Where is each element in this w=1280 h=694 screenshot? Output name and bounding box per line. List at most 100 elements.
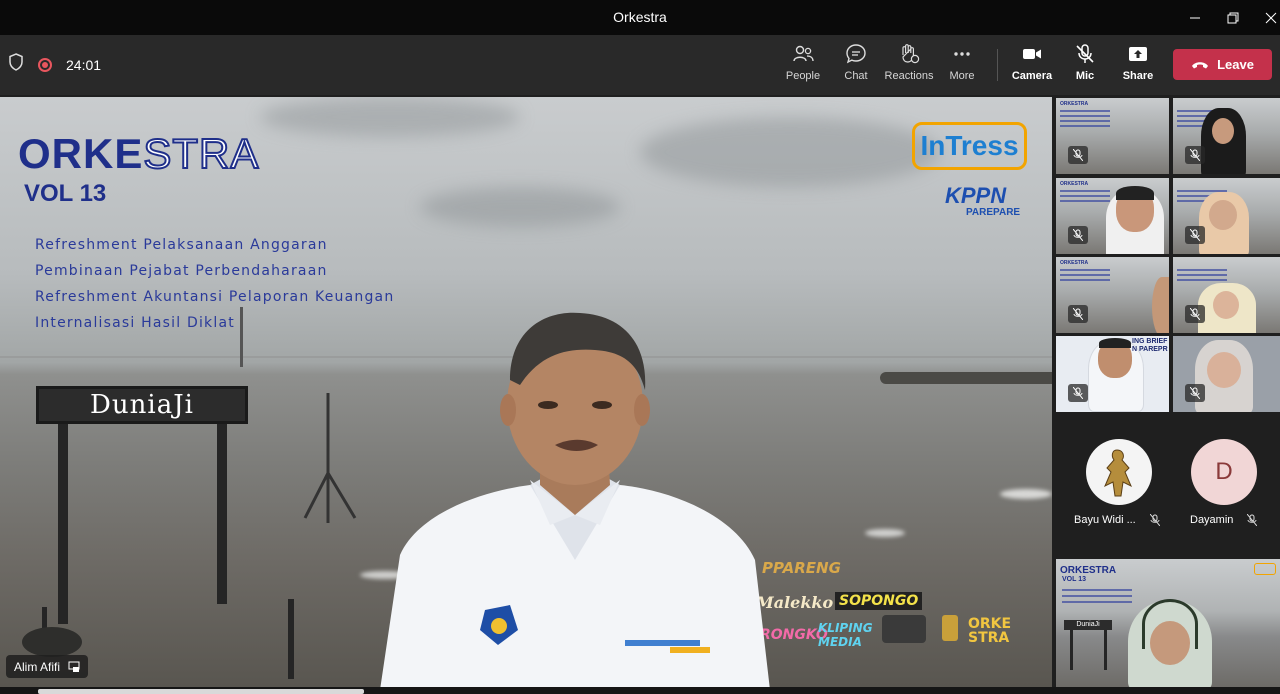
mic-button[interactable]: Mic: [1058, 43, 1112, 89]
sign-post: [217, 424, 227, 604]
minimize-icon[interactable]: [1176, 0, 1214, 35]
restore-icon[interactable]: [1214, 0, 1252, 35]
sticker-icon: [882, 615, 926, 643]
mic-off-icon: [1247, 514, 1258, 526]
participant-tile[interactable]: [1173, 178, 1280, 254]
kppn-logo: KPPN: [945, 183, 1007, 208]
main-video-stage: ORKESTRA VOL 13 Refreshment Pelaksanaan …: [0, 97, 1052, 687]
participant-name: Dayamin: [1190, 514, 1234, 526]
sticker-text: ORKE STRA: [968, 616, 1012, 646]
reactions-label: Reactions: [884, 70, 934, 82]
volume-label: VOL 13: [24, 180, 107, 207]
title-light: STRA: [142, 129, 260, 178]
mic-off-icon: [1185, 146, 1205, 164]
topic-item: Internalisasi Hasil Diklat: [35, 315, 235, 331]
breakwater: [880, 372, 1052, 384]
people-button[interactable]: People: [776, 43, 830, 89]
mini-slide-lines: [1060, 190, 1110, 205]
share-icon: [1129, 47, 1147, 61]
mini-slide-title: ORKESTRA: [1060, 565, 1117, 576]
shield-icon[interactable]: [8, 53, 24, 76]
mic-off-icon: [1185, 305, 1205, 323]
window-title: Orkestra: [613, 9, 667, 25]
participant-avatar-card[interactable]: Bayu Widi ...: [1054, 427, 1167, 545]
title-bar: Orkestra: [0, 0, 1280, 35]
wave-foam: [865, 529, 905, 537]
scrollbar-thumb[interactable]: [38, 689, 364, 694]
orkestra-title: ORKESTRA: [18, 129, 260, 178]
chat-button[interactable]: Chat: [829, 43, 883, 89]
mic-label: Mic: [1075, 70, 1095, 82]
screen-share-icon: [68, 661, 80, 672]
wave-foam: [1000, 489, 1052, 499]
more-icon: [954, 52, 970, 56]
intress-logo: InTress: [912, 122, 1027, 170]
mic-off-icon: [1149, 514, 1160, 526]
chat-icon: [846, 44, 866, 64]
mic-off-icon: [1185, 384, 1205, 402]
mic-off-icon: [1068, 305, 1088, 323]
share-label: Share: [1122, 70, 1154, 82]
mic-off-icon: [1076, 44, 1094, 63]
reactions-button[interactable]: Reactions: [882, 43, 936, 89]
mini-slide-lines: [1060, 269, 1110, 284]
participant-tile[interactable]: ORKESTRA: [1056, 257, 1169, 333]
sticker-text: SOPONGO: [835, 592, 923, 610]
participant-tile[interactable]: ORKESTRA: [1056, 178, 1169, 254]
participant-hair: [1116, 186, 1154, 200]
wayang-icon: [1104, 449, 1132, 497]
close-icon[interactable]: [1252, 0, 1280, 35]
participant-hair: [1099, 338, 1131, 348]
mini-slide-lines: [1060, 110, 1110, 130]
presenter-name-chip: Alim Afifi: [6, 655, 89, 678]
water-pole: [240, 307, 243, 367]
leave-label: Leave: [1217, 57, 1254, 72]
ground-post: [288, 599, 294, 679]
topic-item: Pembinaan Pejabat Perbendaharaan: [35, 263, 328, 279]
initial-avatar: D: [1191, 439, 1257, 505]
participant-tile[interactable]: [1173, 98, 1280, 174]
people-icon: [793, 45, 814, 62]
topic-list: Refreshment Pelaksanaan Anggaran Pembina…: [35, 232, 394, 336]
cloud: [640, 117, 940, 187]
presenter-video: [380, 312, 770, 687]
sign-post: [58, 424, 68, 624]
mini-slide-vol: VOL 13: [1062, 576, 1086, 583]
more-button[interactable]: More: [935, 43, 989, 89]
participant-partial: [1152, 277, 1169, 333]
camera-label: Camera: [1011, 70, 1053, 82]
participant-name: Bayu Widi ...: [1074, 514, 1136, 526]
participant-avatar-card[interactable]: D Dayamin: [1167, 427, 1280, 545]
topic-item: Refreshment Pelaksanaan Anggaran: [35, 237, 328, 253]
banner-text: N PAREPR: [1132, 346, 1168, 353]
leave-button[interactable]: Leave: [1173, 49, 1272, 80]
cloud: [420, 187, 620, 227]
participant-face: [1209, 200, 1237, 230]
mini-sign-post: [1104, 630, 1107, 670]
meeting-toolbar: 24:01 People Chat Reactions More Camera …: [0, 35, 1280, 95]
headset-icon: [1142, 599, 1198, 649]
cloud: [260, 97, 520, 137]
share-button[interactable]: Share: [1111, 43, 1165, 89]
participant-tile[interactable]: ORKESTRA: [1056, 98, 1169, 174]
title-bold: ORKE: [18, 130, 144, 177]
participant-tile[interactable]: [1173, 336, 1280, 412]
mini-slide-title: ORKESTRA: [1060, 101, 1089, 107]
mic-off-icon: [1068, 146, 1088, 164]
presenter-name: Alim Afifi: [14, 659, 61, 674]
mini-slide-lines: [1062, 589, 1132, 607]
camera-button[interactable]: Camera: [1005, 43, 1059, 89]
mini-intress-logo: [1254, 563, 1276, 575]
hangup-icon: [1192, 61, 1209, 68]
mini-slide-lines: [1177, 269, 1227, 284]
participant-tile[interactable]: ING BRIEF N PAREPR: [1056, 336, 1169, 412]
topic-item: Refreshment Akuntansi Pelaporan Keuangan: [35, 289, 395, 305]
meeting-timer: 24:01: [66, 56, 102, 73]
self-view-tile[interactable]: ORKESTRA VOL 13 DuniaJi: [1056, 559, 1280, 689]
participant-tile[interactable]: [1173, 257, 1280, 333]
people-label: People: [785, 70, 821, 82]
mini-slide-title: ORKESTRA: [1060, 260, 1089, 266]
sticker-text: KLIPING MEDIA: [818, 621, 873, 649]
camera-icon: [1023, 49, 1041, 59]
kppn-city-label: PAREPARE: [966, 207, 1021, 218]
